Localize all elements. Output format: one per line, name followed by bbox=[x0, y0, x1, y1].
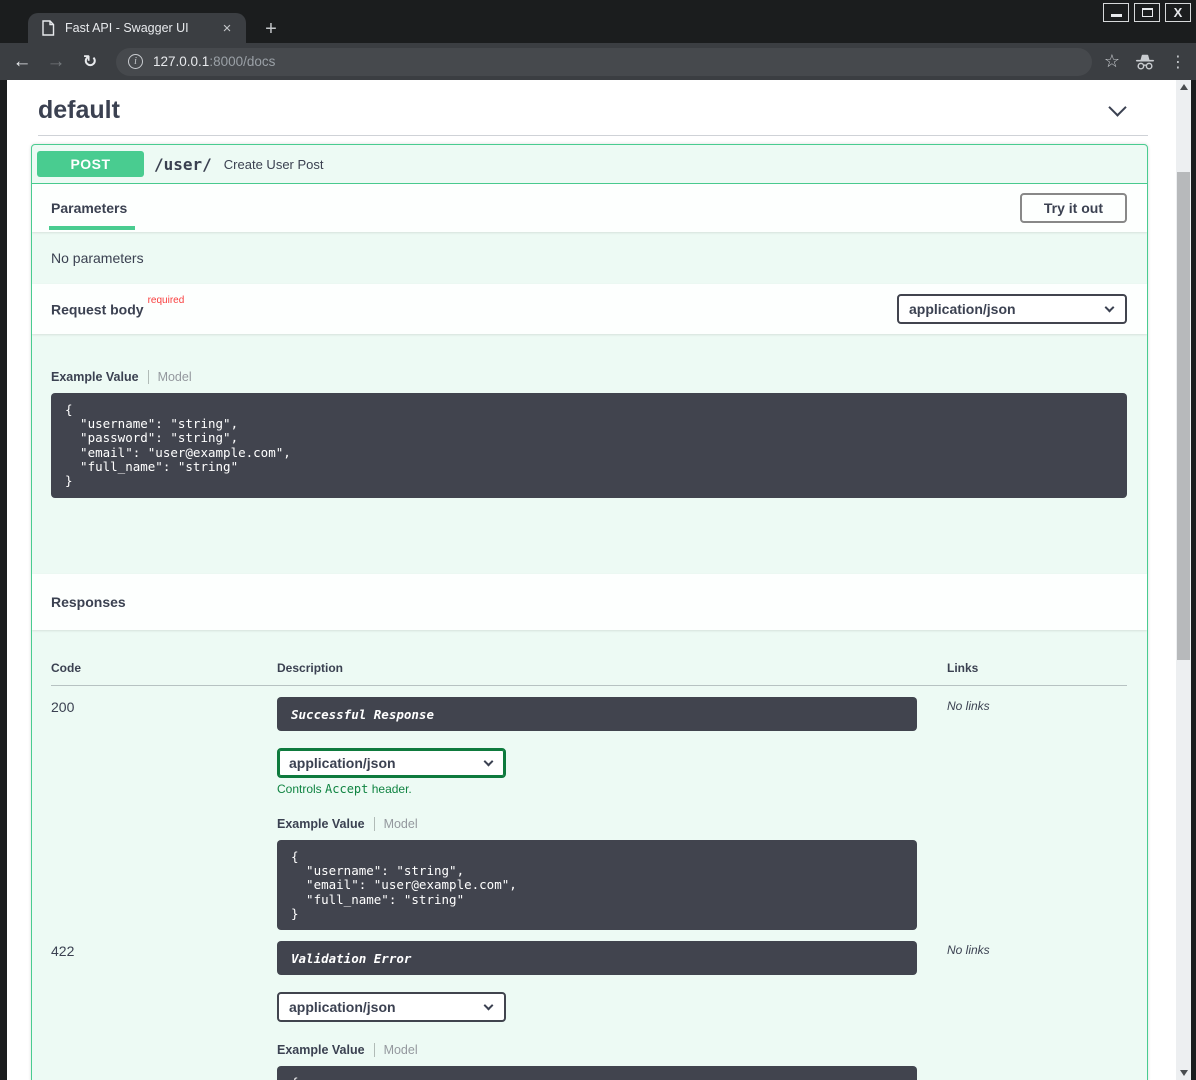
response-example-json-422[interactable]: { "detail": [ bbox=[277, 1066, 917, 1080]
section-divider bbox=[38, 135, 1148, 136]
window-minimize-button[interactable] bbox=[1103, 3, 1129, 22]
response-description-cell: Successful Response application/json Con… bbox=[277, 697, 947, 930]
model-example-tabs: Example Value Model bbox=[51, 370, 1127, 384]
no-parameters-text: No parameters bbox=[32, 232, 1147, 284]
swagger-page: default POST /user/ Create User Post Par… bbox=[7, 80, 1176, 1080]
method-badge: POST bbox=[37, 151, 144, 177]
try-it-out-button[interactable]: Try it out bbox=[1020, 193, 1127, 223]
response-row-422: 422 Validation Error application/json Ex… bbox=[51, 930, 1127, 1080]
url-text[interactable]: 127.0.0.1:8000/docs bbox=[153, 54, 275, 69]
tab-model[interactable]: Model bbox=[158, 370, 192, 384]
tab-separator bbox=[148, 370, 149, 384]
reload-icon[interactable]: ↻ bbox=[78, 50, 102, 74]
window-right-edge bbox=[1191, 80, 1196, 1080]
window-controls: X bbox=[1103, 3, 1191, 22]
tab-title: Fast API - Swagger UI bbox=[65, 21, 218, 35]
tab-example-value[interactable]: Example Value bbox=[51, 370, 139, 384]
site-info-icon[interactable]: i bbox=[128, 54, 143, 69]
response-media-type-select-200[interactable]: application/json bbox=[277, 748, 506, 778]
tab-model[interactable]: Model bbox=[384, 817, 418, 831]
url-path: :8000/docs bbox=[209, 54, 275, 69]
chevron-down-icon bbox=[484, 756, 494, 766]
browser-menu-icon[interactable]: ⋮ bbox=[1170, 52, 1186, 72]
response-example-json-200[interactable]: { "username": "string", "email": "user@e… bbox=[277, 840, 917, 930]
forward-icon[interactable]: → bbox=[44, 50, 68, 74]
tab-example-value[interactable]: Example Value bbox=[277, 1043, 365, 1057]
response-code: 422 bbox=[51, 941, 277, 1080]
bookmark-star-icon[interactable]: ☆ bbox=[1104, 51, 1120, 72]
scrollbar-up-icon[interactable] bbox=[1176, 80, 1191, 94]
response-code: 200 bbox=[51, 697, 277, 930]
column-links: Links bbox=[947, 661, 1127, 675]
response-links: No links bbox=[947, 941, 1127, 1080]
opblock-post-user: POST /user/ Create User Post Parameters … bbox=[31, 144, 1148, 1080]
response-media-type-value-200: application/json bbox=[289, 755, 396, 771]
maximize-icon bbox=[1142, 8, 1153, 17]
new-tab-button[interactable]: + bbox=[260, 18, 282, 40]
request-body-title: Request bodyrequired bbox=[51, 301, 184, 318]
response-description: Validation Error bbox=[277, 941, 917, 975]
window-close-button[interactable]: X bbox=[1165, 3, 1191, 22]
opblock-summary[interactable]: POST /user/ Create User Post bbox=[32, 145, 1147, 184]
tab-separator bbox=[374, 1043, 375, 1057]
scrollbar-down-icon[interactable] bbox=[1176, 1066, 1191, 1080]
scrollbar-thumb[interactable] bbox=[1177, 172, 1190, 660]
endpoint-summary: Create User Post bbox=[224, 157, 324, 172]
back-icon[interactable]: ← bbox=[10, 50, 34, 74]
request-media-type-select[interactable]: application/json bbox=[897, 294, 1127, 324]
model-example-tabs: Example Value Model bbox=[277, 1043, 947, 1057]
parameters-header: Parameters Try it out bbox=[32, 184, 1147, 232]
column-code: Code bbox=[51, 661, 277, 675]
window-maximize-button[interactable] bbox=[1134, 3, 1160, 22]
responses-header: Responses bbox=[32, 574, 1147, 630]
tag-section-title: default bbox=[38, 96, 120, 125]
responses-table: Code Description Links 200 Successful Re… bbox=[32, 630, 1147, 1080]
tab-close-icon[interactable]: × bbox=[218, 19, 236, 37]
incognito-icon[interactable] bbox=[1134, 52, 1156, 72]
parameters-title: Parameters bbox=[51, 200, 127, 216]
required-flag: required bbox=[148, 295, 185, 306]
response-links: No links bbox=[947, 697, 1127, 930]
response-media-type-select-422[interactable]: application/json bbox=[277, 992, 506, 1022]
responses-title: Responses bbox=[51, 594, 126, 610]
chevron-down-icon bbox=[1105, 302, 1115, 312]
response-media-type-value-422: application/json bbox=[289, 999, 396, 1015]
controls-accept-message: Controls Accept header. bbox=[277, 782, 947, 796]
minimize-icon bbox=[1111, 14, 1122, 17]
browser-tab[interactable]: Fast API - Swagger UI × bbox=[28, 13, 246, 43]
responses-table-header: Code Description Links bbox=[51, 630, 1127, 675]
page-favicon-icon bbox=[41, 20, 55, 36]
request-media-type-value: application/json bbox=[909, 301, 1016, 317]
response-description: Successful Response bbox=[277, 697, 917, 731]
tab-separator bbox=[374, 817, 375, 831]
chevron-down-icon bbox=[484, 1000, 494, 1010]
response-description-cell: Validation Error application/json Exampl… bbox=[277, 941, 947, 1080]
address-bar[interactable]: i 127.0.0.1:8000/docs bbox=[116, 48, 1092, 76]
tag-section-header[interactable]: default bbox=[31, 90, 1148, 135]
close-icon: X bbox=[1174, 6, 1183, 19]
tab-model[interactable]: Model bbox=[384, 1043, 418, 1057]
endpoint-path: /user/ bbox=[154, 155, 212, 174]
browser-toolbar: ← → ↻ i 127.0.0.1:8000/docs ☆ ⋮ bbox=[0, 43, 1196, 80]
request-body-content: Example Value Model { "username": "strin… bbox=[32, 334, 1147, 574]
url-host: 127.0.0.1 bbox=[153, 54, 209, 69]
page-scrollbar[interactable] bbox=[1176, 80, 1191, 1080]
tab-example-value[interactable]: Example Value bbox=[277, 817, 365, 831]
response-row-200: 200 Successful Response application/json… bbox=[51, 686, 1127, 930]
request-body-header: Request bodyrequired application/json bbox=[32, 284, 1147, 334]
collapse-chevron-icon[interactable] bbox=[1108, 98, 1126, 116]
request-example-json[interactable]: { "username": "string", "password": "str… bbox=[51, 393, 1127, 498]
model-example-tabs: Example Value Model bbox=[277, 817, 947, 831]
column-description: Description bbox=[277, 661, 947, 675]
page-viewport: default POST /user/ Create User Post Par… bbox=[0, 80, 1196, 1080]
window-titlebar: X Fast API - Swagger UI × + bbox=[0, 0, 1196, 43]
